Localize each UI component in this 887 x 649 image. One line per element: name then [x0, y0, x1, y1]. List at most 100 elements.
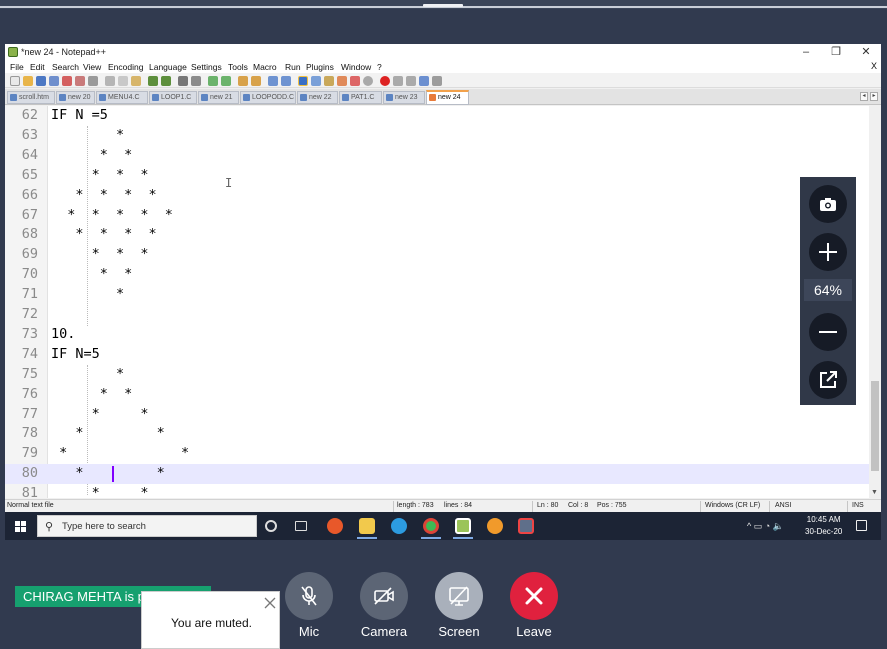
close-button[interactable]: ✕ — [851, 45, 881, 60]
stop-macro-icon[interactable] — [393, 76, 403, 86]
chrome-icon[interactable] — [423, 518, 439, 534]
editor-line[interactable]: 63 * — [5, 126, 869, 146]
tab-scroll-left-button[interactable]: ◂ — [860, 92, 868, 101]
zoom-out-button[interactable] — [809, 313, 847, 351]
drag-handle[interactable] — [423, 4, 463, 7]
notification-icon[interactable] — [856, 520, 867, 531]
menu-search[interactable]: Search — [52, 62, 79, 72]
zoom-in-button[interactable] — [809, 233, 847, 271]
save-macro-icon[interactable] — [432, 76, 442, 86]
tab-scroll-htm[interactable]: scroll.htm — [7, 91, 55, 104]
cut-icon[interactable] — [105, 76, 115, 86]
close-icon[interactable] — [263, 596, 277, 610]
menu-plugins[interactable]: Plugins — [306, 62, 334, 72]
scroll-down-arrow-icon[interactable]: ▼ — [871, 489, 878, 496]
replace-icon[interactable] — [191, 76, 201, 86]
leave-button[interactable] — [510, 572, 558, 620]
redo-icon[interactable] — [161, 76, 171, 86]
cortana-icon[interactable] — [265, 520, 277, 532]
save-icon[interactable] — [36, 76, 46, 86]
undo-icon[interactable] — [148, 76, 158, 86]
tab-scroll-right-button[interactable]: ▸ — [870, 92, 878, 101]
screenshot-button[interactable] — [809, 185, 847, 223]
menu-edit[interactable]: Edit — [30, 62, 45, 72]
system-tray-icons[interactable]: ^ ▭ ◔ 🔈 — [747, 521, 784, 532]
editor-line[interactable]: 81 * * — [5, 484, 869, 498]
maximize-button[interactable]: ❐ — [821, 45, 851, 60]
indent-guide-icon[interactable] — [298, 76, 308, 86]
popout-button[interactable] — [809, 361, 847, 399]
editor-line[interactable]: 70 * * — [5, 265, 869, 285]
zoom-in-icon[interactable] — [208, 76, 218, 86]
tab-new-23[interactable]: new 23 — [383, 91, 425, 104]
menu-settings[interactable]: Settings — [191, 62, 222, 72]
taskbar-clock[interactable]: 10:45 AM 30-Dec-20 — [805, 514, 842, 538]
folder-workspace-icon[interactable] — [350, 76, 360, 86]
tab-new-22[interactable]: new 22 — [297, 91, 338, 104]
document-close-button[interactable]: X — [871, 61, 877, 71]
word-wrap-icon[interactable] — [268, 76, 278, 86]
tab-pat1-c[interactable]: PAT1.C — [339, 91, 382, 104]
tab-new-24[interactable]: new 24 — [426, 90, 469, 105]
editor-line[interactable]: 67 * * * * * — [5, 206, 869, 226]
windows-start-icon[interactable] — [15, 521, 26, 532]
zoom-out-icon[interactable] — [221, 76, 231, 86]
editor-line[interactable]: 62 IF N =5 — [5, 106, 869, 126]
editor-line[interactable]: 73 10. — [5, 325, 869, 345]
editor-line[interactable]: 65 * * * — [5, 166, 869, 186]
editor-line[interactable]: 72 — [5, 305, 869, 325]
tab-loop1-c[interactable]: LOOP1.C — [149, 91, 197, 104]
editor-line[interactable]: 71 * — [5, 285, 869, 305]
screen-share-button[interactable] — [435, 572, 483, 620]
save-all-icon[interactable] — [49, 76, 59, 86]
vertical-scrollbar[interactable]: ▼ — [869, 106, 881, 498]
app-icon[interactable] — [518, 518, 534, 534]
play-macro-icon[interactable] — [406, 76, 416, 86]
record-macro-icon[interactable] — [380, 76, 390, 86]
tab-loopodd-c[interactable]: LOOPODD.C — [240, 91, 296, 104]
editor-line[interactable]: 68 * * * * — [5, 225, 869, 245]
editor-line[interactable]: 69 * * * — [5, 245, 869, 265]
edge-icon[interactable] — [391, 518, 407, 534]
file-explorer-icon[interactable] — [359, 518, 375, 534]
mic-button[interactable] — [285, 572, 333, 620]
editor-line[interactable]: 66 * * * * — [5, 186, 869, 206]
tab-menu4-c[interactable]: MENU4.C — [96, 91, 148, 104]
doc-map-icon[interactable] — [324, 76, 334, 86]
menu-language[interactable]: Language — [149, 62, 187, 72]
editor-line[interactable]: 76 * * — [5, 385, 869, 405]
firefox-icon[interactable] — [327, 518, 343, 534]
menu-tools[interactable]: Tools — [228, 62, 248, 72]
menu-macro[interactable]: Macro — [253, 62, 277, 72]
taskbar-search-input[interactable]: ⚲ Type here to search — [37, 515, 257, 537]
sync-horizontal-icon[interactable] — [251, 76, 261, 86]
run-macro-multiple-icon[interactable] — [419, 76, 429, 86]
show-all-chars-icon[interactable] — [281, 76, 291, 86]
paste-icon[interactable] — [131, 76, 141, 86]
app-icon[interactable] — [487, 518, 503, 534]
task-view-icon[interactable] — [295, 521, 307, 531]
editor-area[interactable]: 62 IF N =5 63 * 64 * * 65 * * * 66 * * * * 67 … — [5, 106, 869, 498]
camera-button[interactable] — [360, 572, 408, 620]
open-file-icon[interactable] — [23, 76, 33, 86]
print-icon[interactable] — [88, 76, 98, 86]
menu-encoding[interactable]: Encoding — [108, 62, 143, 72]
language-icon[interactable] — [311, 76, 321, 86]
editor-line[interactable]: 77 * * — [5, 405, 869, 425]
menu-help[interactable]: ? — [377, 62, 382, 72]
close-file-icon[interactable] — [62, 76, 72, 86]
menu-window[interactable]: Window — [341, 62, 371, 72]
editor-line[interactable]: 74 IF N=5 — [5, 345, 869, 365]
sync-vertical-icon[interactable] — [238, 76, 248, 86]
minimize-button[interactable]: – — [791, 45, 821, 60]
menu-view[interactable]: View — [83, 62, 101, 72]
new-file-icon[interactable] — [10, 76, 20, 86]
copy-icon[interactable] — [118, 76, 128, 86]
tab-new-21[interactable]: new 21 — [198, 91, 239, 104]
notepadpp-taskbar-icon[interactable] — [455, 518, 471, 534]
menu-file[interactable]: File — [10, 62, 24, 72]
tab-new-20[interactable]: new 20 — [56, 91, 95, 104]
editor-line[interactable]: 78 * * — [5, 424, 869, 444]
menu-run[interactable]: Run — [285, 62, 301, 72]
find-icon[interactable] — [178, 76, 188, 86]
